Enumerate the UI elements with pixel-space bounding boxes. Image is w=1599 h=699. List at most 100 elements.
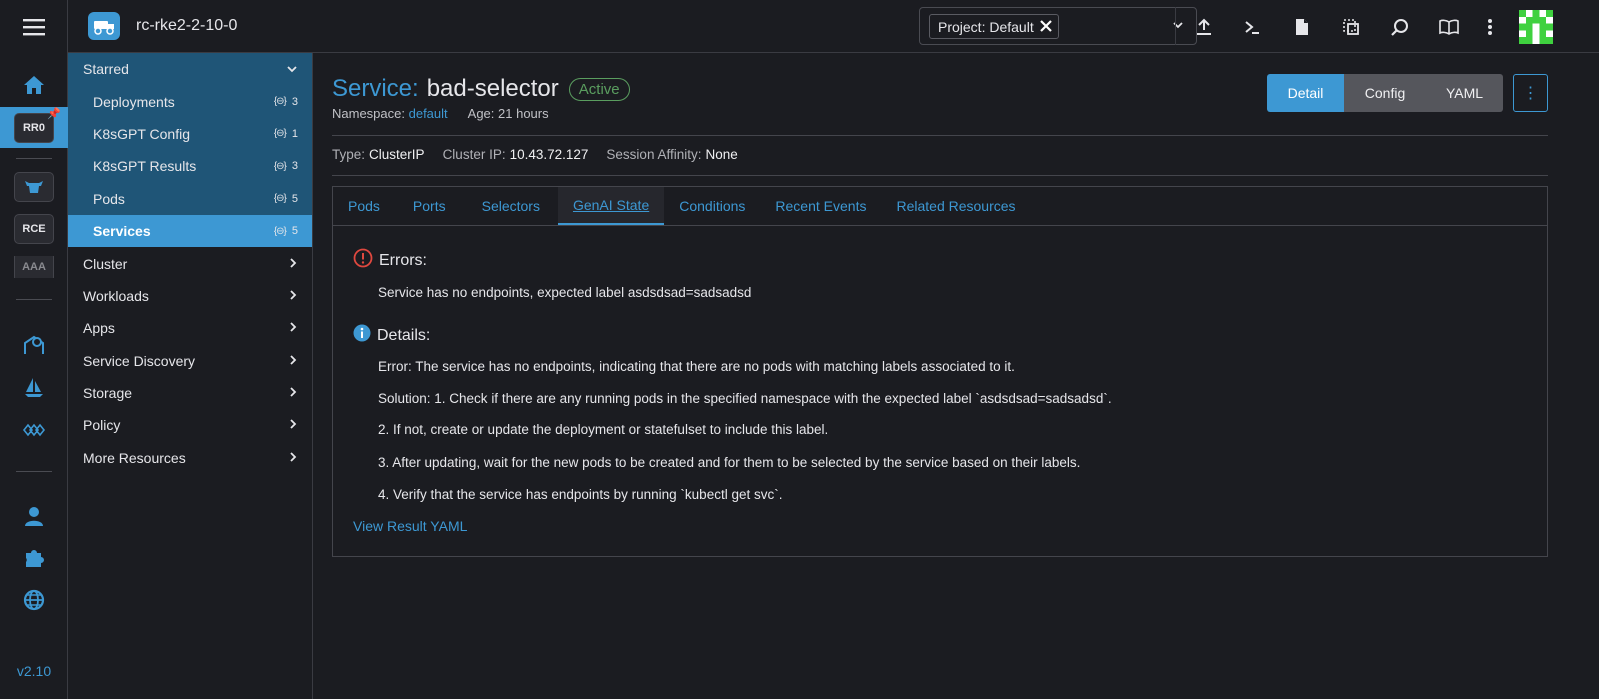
nav-group-label: Workloads — [83, 287, 149, 304]
resource-kind[interactable]: Service: — [332, 75, 419, 103]
cluster-local-button[interactable] — [0, 171, 68, 203]
tab-genai-state[interactable]: GenAI State — [557, 187, 665, 225]
side-nav: Starred Deployments {⊖} 3 K8sGPT Config {… — [68, 53, 313, 699]
namespaced-count: {⊖} 1 — [273, 127, 298, 140]
namespace-label: Namespace: — [332, 106, 405, 121]
menu-icon[interactable] — [0, 14, 68, 40]
cluster-logo-icon — [88, 12, 120, 40]
cluster-rr0-button[interactable]: RR0 📌 — [0, 107, 68, 148]
divider — [332, 175, 1548, 176]
view-result-yaml-link[interactable]: View Result YAML — [353, 518, 467, 534]
resource-tabs: Pods Ports Selectors GenAI State Conditi… — [332, 186, 1548, 557]
kebab-menu-icon: ⋮ — [1522, 85, 1539, 102]
resource-title: Service: bad-selector Active — [332, 75, 630, 103]
divider — [332, 135, 1548, 136]
cluster-rce-button[interactable]: RCE — [0, 213, 68, 245]
header-divider — [1175, 7, 1176, 45]
home-icon[interactable] — [0, 72, 68, 98]
detail-line: Solution: 1. Check if there are any runn… — [378, 391, 1112, 406]
resource-meta: Namespace: default Age: 21 hours — [332, 106, 549, 121]
nav-group-workloads[interactable]: Workloads — [68, 280, 312, 312]
nav-item-services[interactable]: Services {⊖} 5 — [68, 214, 312, 248]
main-content: Service: bad-selector Active Namespace: … — [313, 53, 1599, 699]
view-mode-toggle: Detail Config YAML — [1267, 74, 1503, 112]
nav-group-service-discovery[interactable]: Service Discovery — [68, 345, 312, 377]
tab-recent-events[interactable]: Recent Events — [760, 187, 881, 225]
chevron-down-icon — [286, 61, 298, 77]
namespaced-count: {⊖} 3 — [273, 160, 298, 173]
tab-selectors[interactable]: Selectors — [464, 187, 558, 225]
namespaced-count: {⊖} 3 — [273, 95, 298, 108]
nav-item-pods[interactable]: Pods {⊖} 5 — [68, 183, 312, 215]
detail-line: 4. Verify that the service has endpoints… — [378, 487, 783, 502]
nav-group-label: Cluster — [83, 255, 128, 272]
remove-filter-icon[interactable] — [1039, 19, 1052, 35]
sailboat-icon[interactable] — [0, 374, 68, 400]
tab-pods[interactable]: Pods — [333, 187, 395, 225]
globe-icon[interactable] — [0, 587, 68, 613]
namespace-meta: Namespace: default — [332, 106, 448, 121]
nav-group-more-resources[interactable]: More Resources — [68, 442, 312, 474]
nav-group-apps[interactable]: Apps — [68, 312, 312, 344]
chevron-right-icon — [288, 353, 298, 369]
nav-item-deployments[interactable]: Deployments {⊖} 3 — [68, 85, 312, 117]
top-header: rc-rke2-2-10-0 Project: Default — [68, 0, 1599, 53]
error-message: Service has no endpoints, expected label… — [378, 285, 752, 300]
puzzle-icon[interactable] — [0, 545, 68, 571]
docs-book-icon[interactable] — [1437, 15, 1461, 39]
error-circle-icon — [353, 248, 373, 273]
project-namespace-filter[interactable]: Project: Default — [919, 7, 1197, 45]
more-actions-button[interactable]: ⋮ — [1513, 74, 1548, 112]
rail-divider — [16, 158, 52, 159]
tab-conditions[interactable]: Conditions — [664, 187, 760, 225]
copy-kubeconfig-icon[interactable] — [1339, 15, 1363, 39]
errors-heading: Errors: — [353, 248, 427, 273]
nav-item-k8sgpt-results[interactable]: K8sGPT Results {⊖} 3 — [68, 150, 312, 182]
service-info: Type: ClusterIP Cluster IP: 10.43.72.127 S… — [332, 147, 738, 162]
version-label: v2.10 — [16, 663, 52, 679]
upload-icon[interactable] — [1192, 15, 1216, 39]
nav-group-storage[interactable]: Storage — [68, 377, 312, 409]
nav-group-label: Policy — [83, 417, 121, 434]
tab-ports[interactable]: Ports — [395, 187, 464, 225]
nav-group-label: Starred — [83, 61, 129, 78]
user-icon[interactable] — [0, 503, 68, 529]
rail-divider — [16, 299, 52, 300]
project-filter-tag: Project: Default — [929, 14, 1059, 39]
resource-name: bad-selector — [426, 75, 559, 102]
config-view-button[interactable]: Config — [1344, 74, 1426, 112]
cluster-aaa-button[interactable]: AAA — [0, 256, 68, 278]
namespace-icon: {⊖} — [273, 128, 287, 140]
chevron-right-icon — [288, 417, 298, 433]
detail-view-button[interactable]: Detail — [1267, 74, 1344, 112]
terminal-icon[interactable] — [1240, 15, 1264, 39]
detail-line: Error: The service has no endpoints, ind… — [378, 359, 1015, 374]
kebab-menu-icon[interactable] — [1478, 15, 1502, 39]
nav-item-k8sgpt-config[interactable]: K8sGPT Config {⊖} 1 — [68, 118, 312, 150]
cluster-ip-field: Cluster IP: 10.43.72.127 — [442, 147, 589, 162]
namespace-link[interactable]: default — [409, 106, 448, 121]
details-heading: Details: — [353, 324, 430, 347]
nav-item-label: K8sGPT Results — [93, 158, 197, 175]
project-filter-label: Project: Default — [938, 18, 1034, 35]
search-icon[interactable] — [1388, 15, 1412, 39]
tab-bar: Pods Ports Selectors GenAI State Conditi… — [333, 187, 1547, 226]
tab-related-resources[interactable]: Related Resources — [881, 187, 1030, 225]
nav-group-policy[interactable]: Policy — [68, 409, 312, 441]
nav-group-cluster[interactable]: Cluster — [68, 247, 312, 279]
nav-group-starred[interactable]: Starred — [68, 53, 312, 85]
chevron-down-icon[interactable] — [1172, 19, 1184, 34]
chevron-right-icon — [288, 288, 298, 304]
namespace-icon: {⊖} — [273, 193, 287, 205]
fleet-icon[interactable] — [0, 332, 68, 358]
nav-item-label: Services — [93, 223, 151, 240]
namespaced-count: {⊖} 5 — [273, 192, 298, 205]
user-avatar[interactable] — [1519, 10, 1553, 44]
left-rail: RR0 📌 RCE AAA v2.10 — [0, 0, 68, 699]
yaml-view-button[interactable]: YAML — [1426, 74, 1503, 112]
kubeconfig-file-icon[interactable] — [1290, 15, 1314, 39]
cluster-badge: RCE — [14, 214, 54, 244]
rail-divider — [16, 471, 52, 472]
extensions-icon[interactable] — [0, 417, 68, 443]
nav-group-label: More Resources — [83, 449, 186, 466]
